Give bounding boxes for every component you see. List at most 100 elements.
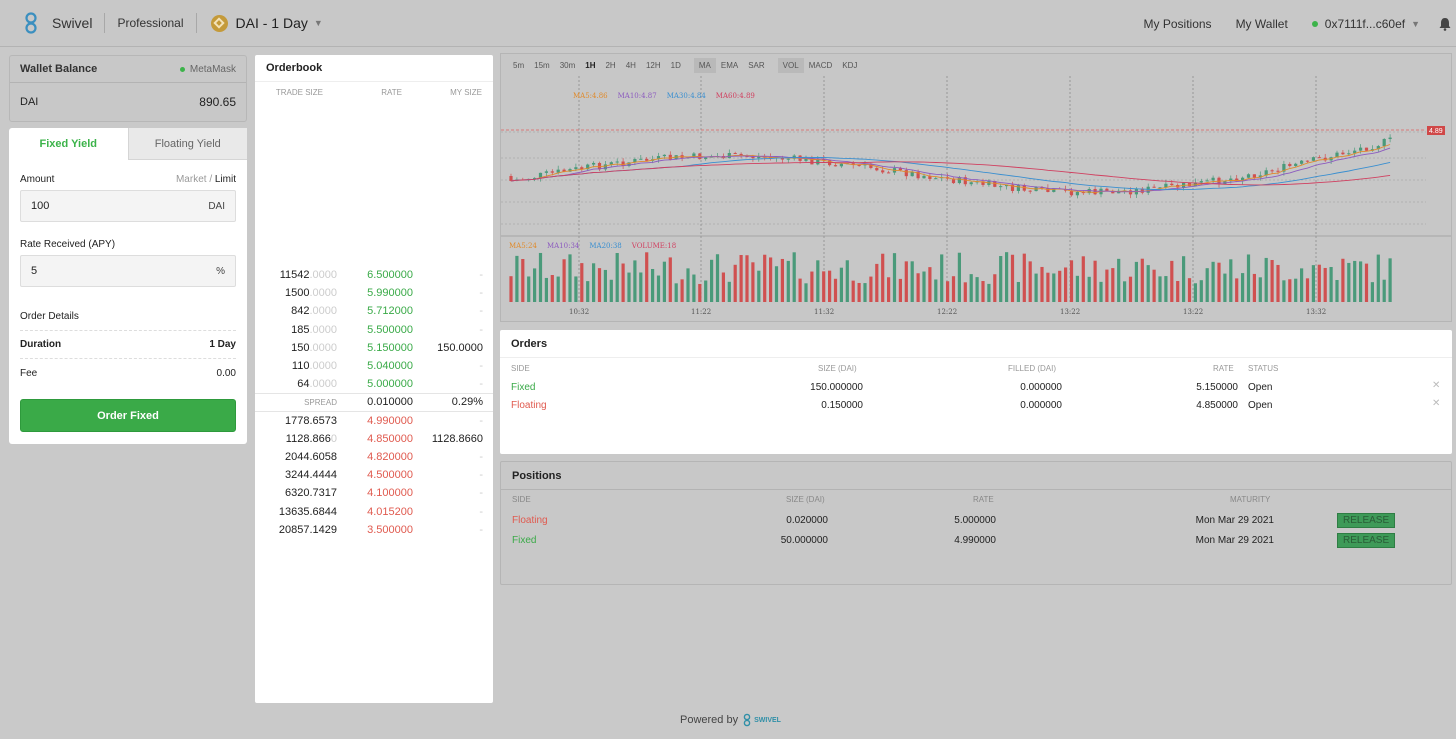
tab-floating-yield[interactable]: Floating Yield — [127, 128, 247, 160]
orderbook-row[interactable]: 110.0000 5.040000 - — [255, 357, 493, 375]
interval-4h[interactable]: 4H — [621, 61, 641, 70]
brand-logo[interactable]: Swivel — [22, 11, 92, 35]
interval-1d[interactable]: 1D — [666, 61, 686, 70]
volume-bar — [957, 252, 961, 302]
volume-bar — [757, 270, 761, 302]
volume-bar — [816, 260, 820, 302]
volume-bar — [1158, 276, 1162, 302]
fee-value: 0.00 — [216, 367, 236, 379]
volume-bar — [645, 252, 649, 302]
volume-bar — [1364, 263, 1369, 302]
amount-input[interactable]: 100 DAI — [20, 190, 236, 222]
orderbook-row[interactable]: 1778.6573 4.990000 - — [255, 412, 493, 430]
orderbook-row[interactable]: 13635.6844 4.015200 - — [255, 502, 493, 520]
positions-title: Positions — [501, 462, 1451, 490]
volume-bar — [1134, 261, 1138, 302]
orderbook-row[interactable]: 150.0000 5.150000 150.0000 — [255, 339, 493, 357]
candle-body — [757, 156, 761, 159]
footer-logo[interactable]: SWIVEL — [742, 713, 781, 727]
wallet-address-menu[interactable]: 0x7111f...c60ef ▼ — [1311, 17, 1420, 31]
orderbook-row[interactable]: 842.0000 5.712000 - — [255, 302, 493, 320]
asks-list: 11542.0000 6.500000- 1500.0000 5.990000 - 842… — [255, 266, 493, 393]
bids-list: 1778.6573 4.990000-1128.8660 4.850000 1128.… — [255, 412, 493, 539]
interval-12h[interactable]: 12H — [641, 61, 666, 70]
indicator-macd[interactable]: MACD — [804, 61, 838, 70]
order-side: Fixed — [511, 382, 536, 393]
rate: 5.150000 — [367, 341, 413, 354]
col-size: SIZE (DAI) — [786, 495, 825, 504]
orderbook-row[interactable]: 20857.1429 3.500000 - — [255, 521, 493, 539]
cancel-order-icon[interactable]: ✕ — [1432, 398, 1440, 409]
candle-body — [645, 158, 649, 161]
interval-15m[interactable]: 15m — [529, 61, 555, 70]
limit-option[interactable]: Limit — [215, 174, 236, 185]
indicator-ema[interactable]: EMA — [716, 61, 743, 70]
order-fixed-button[interactable]: Order Fixed — [20, 399, 236, 432]
release-button[interactable]: RELEASE — [1337, 513, 1396, 528]
spread-row: SPREAD 0.010000 0.29% — [255, 393, 493, 412]
volume-bar — [1335, 280, 1339, 302]
candle-body — [1105, 188, 1109, 191]
volume-bar — [1282, 280, 1286, 302]
footer: Powered by SWIVEL — [680, 713, 781, 727]
volume-bar — [1252, 273, 1256, 302]
volume-bar — [887, 277, 891, 302]
volume-bar — [875, 263, 879, 302]
candle-body — [1211, 177, 1215, 181]
time-label: 13:22 — [1060, 308, 1080, 316]
indicator-sar[interactable]: SAR — [743, 61, 769, 70]
volume-bar — [662, 261, 666, 302]
order-type-toggle: Market / Limit — [176, 174, 236, 185]
rate-input[interactable]: 5 % — [20, 255, 236, 287]
orderbook-row[interactable]: 3244.4444 4.500000 - — [255, 466, 493, 484]
candle-body — [550, 171, 554, 173]
orderbook-row[interactable]: 64.0000 5.000000 - — [255, 375, 493, 393]
orderbook-row[interactable]: 6320.7317 4.100000 - — [255, 484, 493, 502]
order-rate: 5.150000 — [1196, 382, 1238, 393]
volume-bar — [975, 277, 979, 302]
my-size: - — [479, 360, 483, 373]
orderbook-row[interactable]: 185.0000 5.500000 - — [255, 321, 493, 339]
indicator-vol[interactable]: VOL — [777, 57, 804, 73]
market-selector[interactable]: DAI - 1 Day ▼ — [210, 14, 323, 32]
release-button[interactable]: RELEASE — [1337, 533, 1396, 548]
indicator-ma[interactable]: MA — [693, 57, 716, 73]
volume-bar — [562, 259, 566, 302]
nav-my-positions[interactable]: My Positions — [1144, 17, 1212, 31]
order-status: Open — [1248, 382, 1273, 393]
candle-body — [934, 178, 938, 180]
interval-5m[interactable]: 5m — [508, 61, 529, 70]
amount-value: 100 — [31, 200, 50, 212]
provider-status-icon — [179, 66, 185, 72]
volume-bar — [1093, 260, 1097, 302]
cancel-order-icon[interactable]: ✕ — [1432, 380, 1440, 391]
candlestick-chart[interactable]: MA5:4.86 MA10:4.87 MA30:4.84 MA60:4.89 MA5:… — [501, 76, 1451, 321]
volume-bar — [963, 282, 967, 302]
my-size: - — [479, 450, 483, 463]
tab-fixed-yield[interactable]: Fixed Yield — [9, 128, 128, 160]
position-side: Fixed — [512, 535, 537, 546]
trade-size: 20857.1429 — [278, 523, 337, 536]
volume-bar — [710, 259, 714, 302]
bell-icon[interactable] — [1438, 17, 1452, 31]
rate: 5.500000 — [367, 323, 413, 336]
indicator-kdj[interactable]: KDJ — [837, 61, 862, 70]
interval-2h[interactable]: 2H — [600, 61, 620, 70]
orderbook-row[interactable]: 11542.0000 6.500000 - — [255, 266, 493, 284]
volume-bar — [580, 263, 584, 302]
mode-label[interactable]: Professional — [117, 16, 183, 30]
orderbook-row[interactable]: 2044.6058 4.820000 - — [255, 448, 493, 466]
volume-bar — [509, 276, 513, 302]
orderbook-row[interactable]: 1128.8660 4.850000 1128.8660 — [255, 430, 493, 448]
orderbook-row[interactable]: 1500.0000 5.990000 - — [255, 284, 493, 302]
market-option[interactable]: Market — [176, 174, 207, 185]
interval-1h[interactable]: 1H — [580, 61, 600, 70]
chevron-down-icon: ▼ — [313, 18, 323, 28]
rate: 4.015200 — [367, 505, 413, 518]
interval-30m[interactable]: 30m — [555, 61, 581, 70]
nav-my-wallet[interactable]: My Wallet — [1236, 17, 1288, 31]
volume-bar — [999, 256, 1003, 302]
ma-legend: MA5:4.86 MA10:4.87 MA30:4.84 MA60:4.89 — [573, 92, 755, 100]
trade-size: 1500.0000 — [284, 287, 337, 300]
rate: 5.990000 — [367, 287, 413, 300]
